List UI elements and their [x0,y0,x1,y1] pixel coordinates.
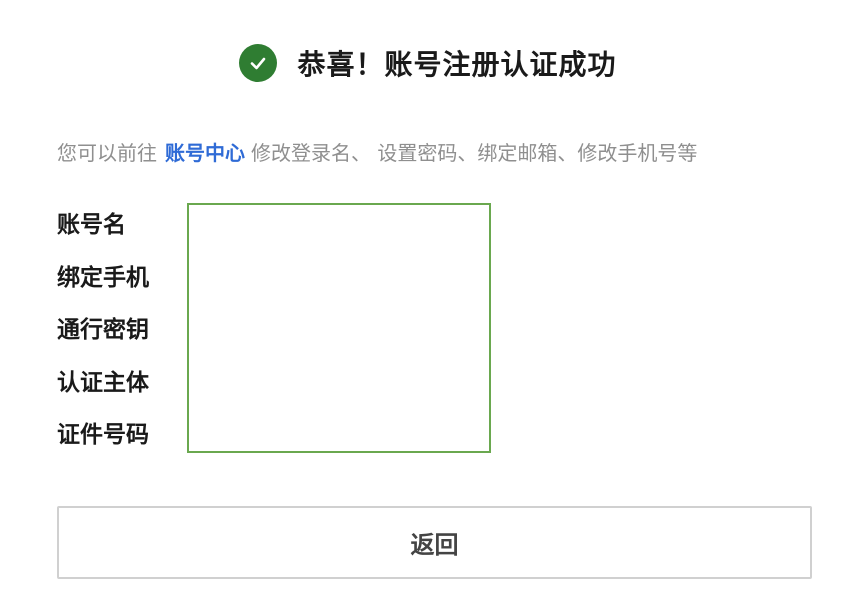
hint-prefix: 您可以前往 [57,141,157,165]
account-center-link[interactable]: 账号中心 [165,141,245,165]
field-label-id-number: 证件号码 [57,422,149,448]
page-title: 恭喜！账号注册认证成功 [297,48,617,81]
check-circle-icon [239,44,278,82]
account-info-box [187,203,491,453]
field-label-account-name: 账号名 [57,212,126,238]
back-button[interactable]: 返回 [57,506,812,579]
field-label-bound-phone: 绑定手机 [57,264,149,291]
hint-text: 您可以前往 账号中心 修改登录名、 设置密码、绑定邮箱、修改手机号等 [57,138,697,168]
field-label-verified-entity: 认证主体 [57,369,149,396]
field-label-passkey: 通行密钥 [57,317,149,343]
hint-suffix: 修改登录名、 设置密码、绑定邮箱、修改手机号等 [251,141,698,165]
success-header: 恭喜！账号注册认证成功 [0,40,856,86]
field-labels: 账号名 绑定手机 通行密钥 认证主体 证件号码 [57,206,177,469]
